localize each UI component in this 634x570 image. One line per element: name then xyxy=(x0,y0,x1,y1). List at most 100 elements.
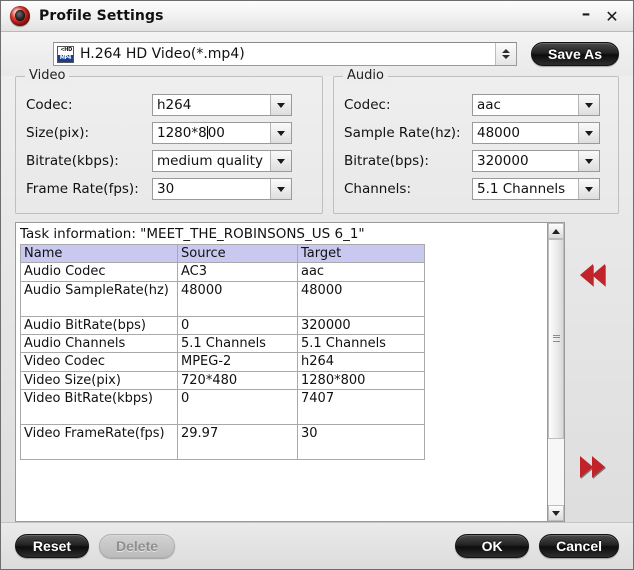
audio-codec-row: Codec: aac xyxy=(344,91,608,119)
video-bitrate-row: Bitrate(kbps): medium quality xyxy=(26,147,312,175)
chevron-down-icon[interactable] xyxy=(270,151,291,171)
cell-source: AC3 xyxy=(177,262,298,282)
double-left-arrow-icon[interactable] xyxy=(579,264,605,286)
audio-group-title: Audio xyxy=(343,68,388,83)
audio-group: Audio Codec: aac Sample Rate(hz): 48000 … xyxy=(333,68,619,214)
close-icon[interactable]: ✕ xyxy=(599,3,625,29)
video-group-title: Video xyxy=(25,68,70,83)
navigation-arrows xyxy=(565,222,619,522)
audio-codec-select[interactable]: aac xyxy=(472,94,600,116)
cell-target: 48000 xyxy=(297,280,425,317)
chevron-down-icon[interactable] xyxy=(578,95,599,115)
cell-source: 720*480 xyxy=(177,370,298,390)
scrollbar-grip-icon xyxy=(552,335,560,343)
video-framerate-value: 30 xyxy=(157,181,175,197)
cell-target: 7407 xyxy=(297,388,425,425)
table-body: Audio Codec AC3 aac Audio SampleRate(hz)… xyxy=(20,262,425,460)
cell-name: Audio Codec xyxy=(20,262,178,282)
table-row: Audio Channels 5.1 Channels 5.1 Channels xyxy=(20,333,425,354)
video-size-input[interactable]: 1280*800 xyxy=(152,122,292,144)
ok-button[interactable]: OK xyxy=(455,534,530,558)
chevron-down-icon[interactable] xyxy=(578,123,599,143)
chevron-down-icon[interactable] xyxy=(270,95,291,115)
chevron-down-icon[interactable] xyxy=(578,179,599,199)
scrollbar-track[interactable] xyxy=(548,239,564,505)
audio-bitrate-select[interactable]: 320000 xyxy=(472,150,600,172)
footer-bar: Reset Delete OK Cancel xyxy=(1,522,633,569)
audio-channels-value: 5.1 Channels xyxy=(477,181,566,197)
cell-target: 1280*800 xyxy=(297,370,425,390)
video-bitrate-select[interactable]: medium quality xyxy=(152,150,292,172)
scroll-down-arrow-icon[interactable] xyxy=(548,505,564,521)
profile-select[interactable]: <HD MP4 H.264 HD Video(*.mp4) xyxy=(53,42,518,66)
video-framerate-select[interactable]: 30 xyxy=(152,178,292,200)
window-title: Profile Settings xyxy=(39,8,164,24)
cell-source: 48000 xyxy=(177,280,298,317)
audio-bitrate-label: Bitrate(bps): xyxy=(344,153,429,169)
table-row: Video FrameRate(fps) 29.97 30 xyxy=(20,423,425,460)
chevron-down-icon[interactable] xyxy=(270,179,291,199)
audio-channels-select[interactable]: 5.1 Channels xyxy=(472,178,600,200)
video-codec-label: Codec: xyxy=(26,97,73,113)
hd-mp4-format-icon: <HD MP4 xyxy=(57,45,74,63)
audio-samplerate-row: Sample Rate(hz): 48000 xyxy=(344,119,608,147)
window-controls: – ✕ xyxy=(573,1,625,31)
cell-name: Video BitRate(kbps) xyxy=(20,388,178,425)
profile-value: H.264 HD Video(*.mp4) xyxy=(80,46,245,62)
cell-source: 0 xyxy=(177,388,298,425)
settings-groups: Video Codec: h264 Size(pix): 1280*800 Bi… xyxy=(1,68,633,214)
up-down-spinner-icon[interactable] xyxy=(495,43,517,65)
cell-name: Audio Channels xyxy=(20,333,178,354)
task-scrollbar[interactable] xyxy=(548,222,565,522)
cell-name: Audio BitRate(bps) xyxy=(20,315,178,335)
profile-bar: <HD MP4 H.264 HD Video(*.mp4) Save As xyxy=(1,32,633,76)
audio-samplerate-value: 48000 xyxy=(477,125,520,141)
chevron-down-icon[interactable] xyxy=(578,151,599,171)
minimize-icon[interactable]: – xyxy=(573,1,599,32)
audio-bitrate-value: 320000 xyxy=(477,153,529,169)
audio-channels-row: Channels: 5.1 Channels xyxy=(344,175,608,203)
cell-source: 0 xyxy=(177,315,298,335)
video-codec-select[interactable]: h264 xyxy=(152,94,292,116)
cell-source: 29.97 xyxy=(177,423,298,460)
video-codec-row: Codec: h264 xyxy=(26,91,312,119)
video-bitrate-value: medium quality xyxy=(157,153,263,169)
cell-source: MPEG-2 xyxy=(177,352,298,372)
scrollbar-thumb[interactable] xyxy=(548,239,564,439)
cell-target: 320000 xyxy=(297,315,425,335)
cell-source: 5.1 Channels xyxy=(177,333,298,354)
cell-target: h264 xyxy=(297,352,425,372)
table-row: Audio BitRate(bps) 0 320000 xyxy=(20,315,425,335)
double-right-arrow-icon[interactable] xyxy=(579,456,605,478)
audio-samplerate-select[interactable]: 48000 xyxy=(472,122,600,144)
audio-channels-label: Channels: xyxy=(344,181,412,197)
audio-codec-value: aac xyxy=(477,97,501,113)
reset-button[interactable]: Reset xyxy=(15,534,89,558)
table-row: Audio Codec AC3 aac xyxy=(20,262,425,282)
cell-name: Video FrameRate(fps) xyxy=(20,423,178,460)
scroll-up-arrow-icon[interactable] xyxy=(548,223,564,239)
cell-target: aac xyxy=(297,262,425,282)
cancel-button[interactable]: Cancel xyxy=(539,534,619,558)
save-as-button[interactable]: Save As xyxy=(531,42,619,66)
video-size-value: 1280*800 xyxy=(157,125,225,141)
cell-name: Audio SampleRate(hz) xyxy=(20,280,178,317)
video-size-label: Size(pix): xyxy=(26,125,90,141)
task-information-table: Name Source Target Audio Codec AC3 aac A… xyxy=(20,243,425,460)
table-row: Video Size(pix) 720*480 1280*800 xyxy=(20,370,425,390)
cell-target: 5.1 Channels xyxy=(297,333,425,354)
disc-app-icon xyxy=(10,6,30,26)
table-row: Video Codec MPEG-2 h264 xyxy=(20,352,425,372)
table-row: Audio SampleRate(hz) 48000 48000 xyxy=(20,280,425,317)
video-framerate-row: Frame Rate(fps): 30 xyxy=(26,175,312,203)
cell-name: Video Size(pix) xyxy=(20,370,178,390)
task-information-area: Task information: "MEET_THE_ROBINSONS_US… xyxy=(15,222,619,522)
table-row: Video BitRate(kbps) 0 7407 xyxy=(20,388,425,425)
delete-button: Delete xyxy=(99,534,176,558)
column-header-target: Target xyxy=(297,243,425,264)
video-bitrate-label: Bitrate(kbps): xyxy=(26,153,119,169)
task-information-panel: Task information: "MEET_THE_ROBINSONS_US… xyxy=(15,222,548,522)
video-framerate-label: Frame Rate(fps): xyxy=(26,181,139,197)
chevron-down-icon[interactable] xyxy=(270,123,291,143)
audio-bitrate-row: Bitrate(bps): 320000 xyxy=(344,147,608,175)
